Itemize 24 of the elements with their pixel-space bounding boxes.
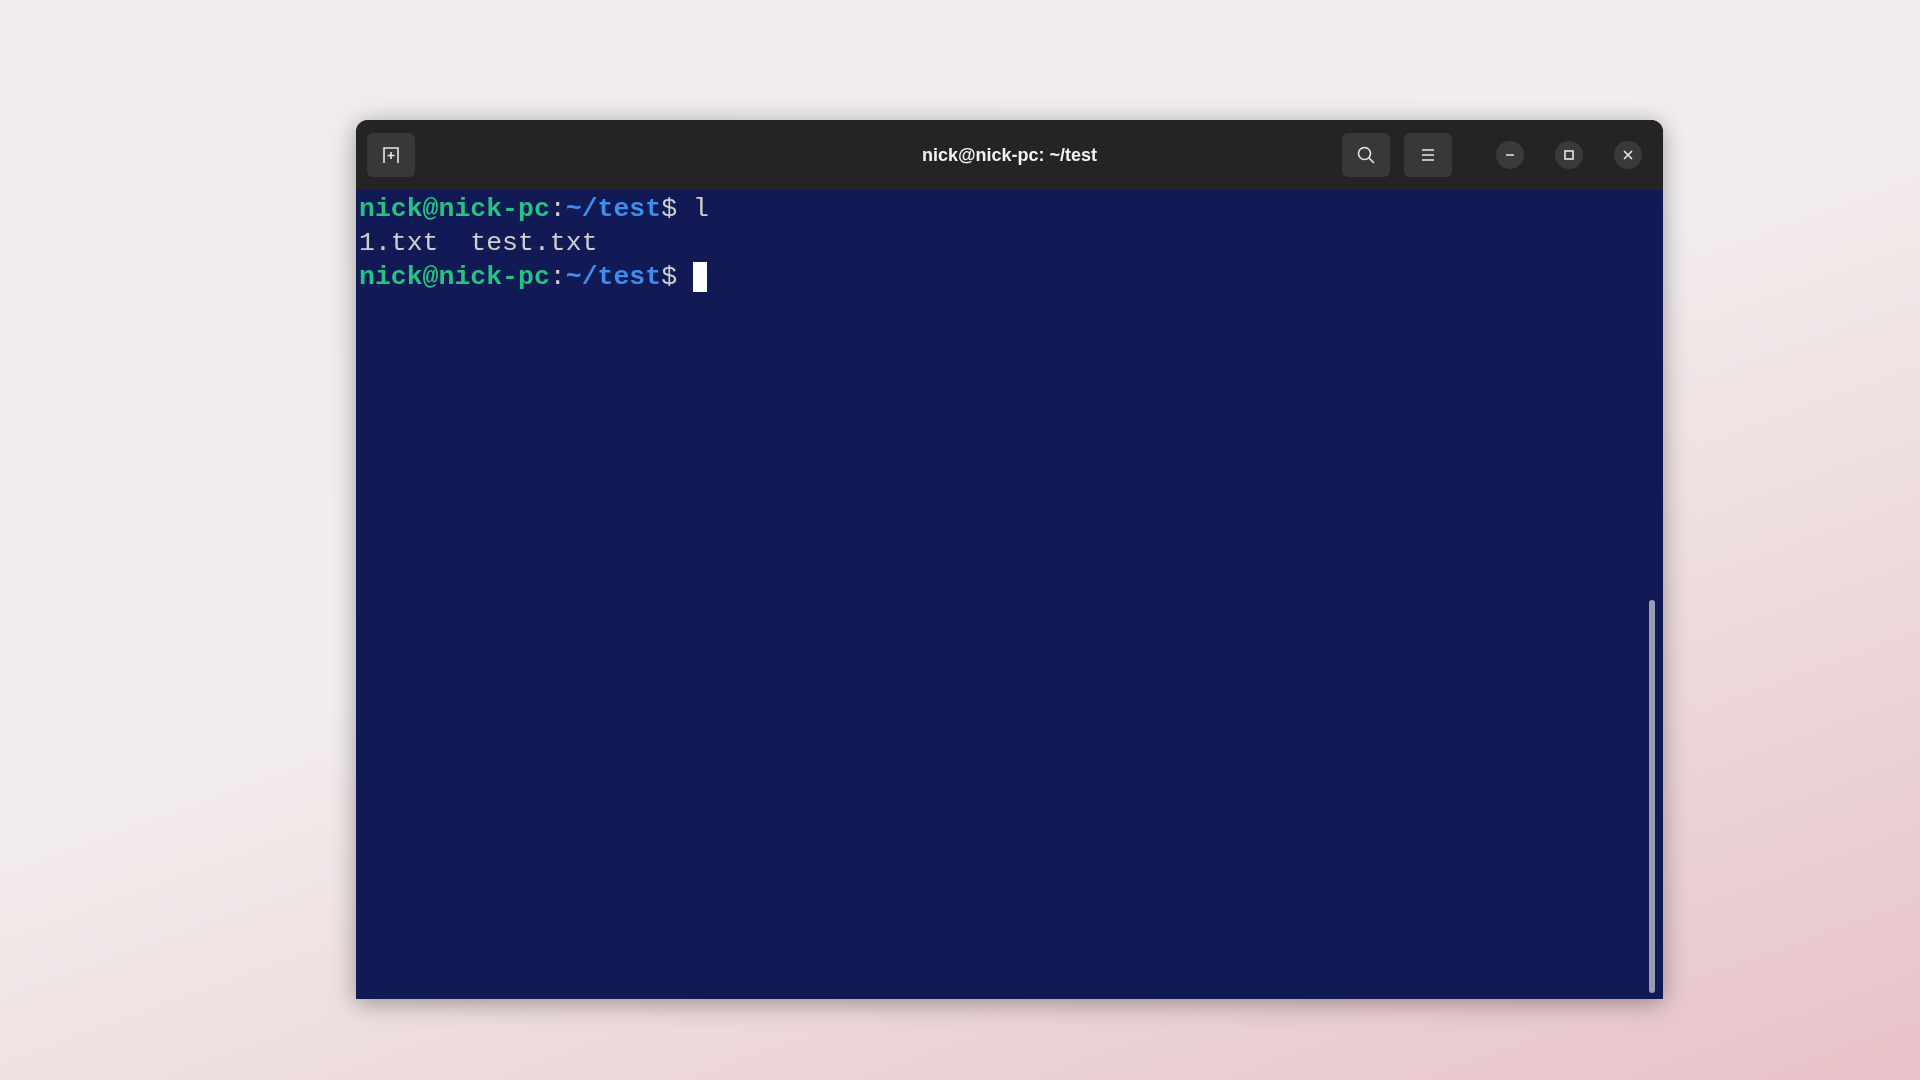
prompt-user-host: nick@nick-pc (359, 193, 550, 226)
search-icon (1356, 145, 1376, 165)
prompt-symbol: $ (661, 193, 678, 226)
terminal-command: l (693, 193, 709, 226)
search-button[interactable] (1342, 133, 1390, 177)
terminal-output: 1.txt test.txt (359, 227, 598, 260)
new-tab-button[interactable] (367, 133, 415, 177)
new-tab-icon (381, 145, 401, 165)
prompt-separator: : (549, 261, 566, 294)
maximize-icon (1564, 150, 1574, 160)
minimize-icon (1505, 154, 1515, 156)
window-title: nick@nick-pc: ~/test (921, 143, 1098, 167)
prompt-path: ~/test (565, 193, 662, 226)
prompt-path: ~/test (565, 261, 662, 294)
scrollbar-thumb[interactable] (1649, 600, 1655, 993)
menu-icon (1419, 147, 1437, 163)
minimize-button[interactable] (1496, 141, 1524, 169)
prompt-user-host: nick@nick-pc (359, 261, 550, 294)
close-icon (1623, 150, 1633, 160)
close-button[interactable] (1614, 141, 1642, 169)
prompt-separator: : (549, 193, 566, 226)
prompt-symbol: $ (661, 261, 678, 294)
maximize-button[interactable] (1555, 141, 1583, 169)
menu-button[interactable] (1404, 133, 1452, 177)
